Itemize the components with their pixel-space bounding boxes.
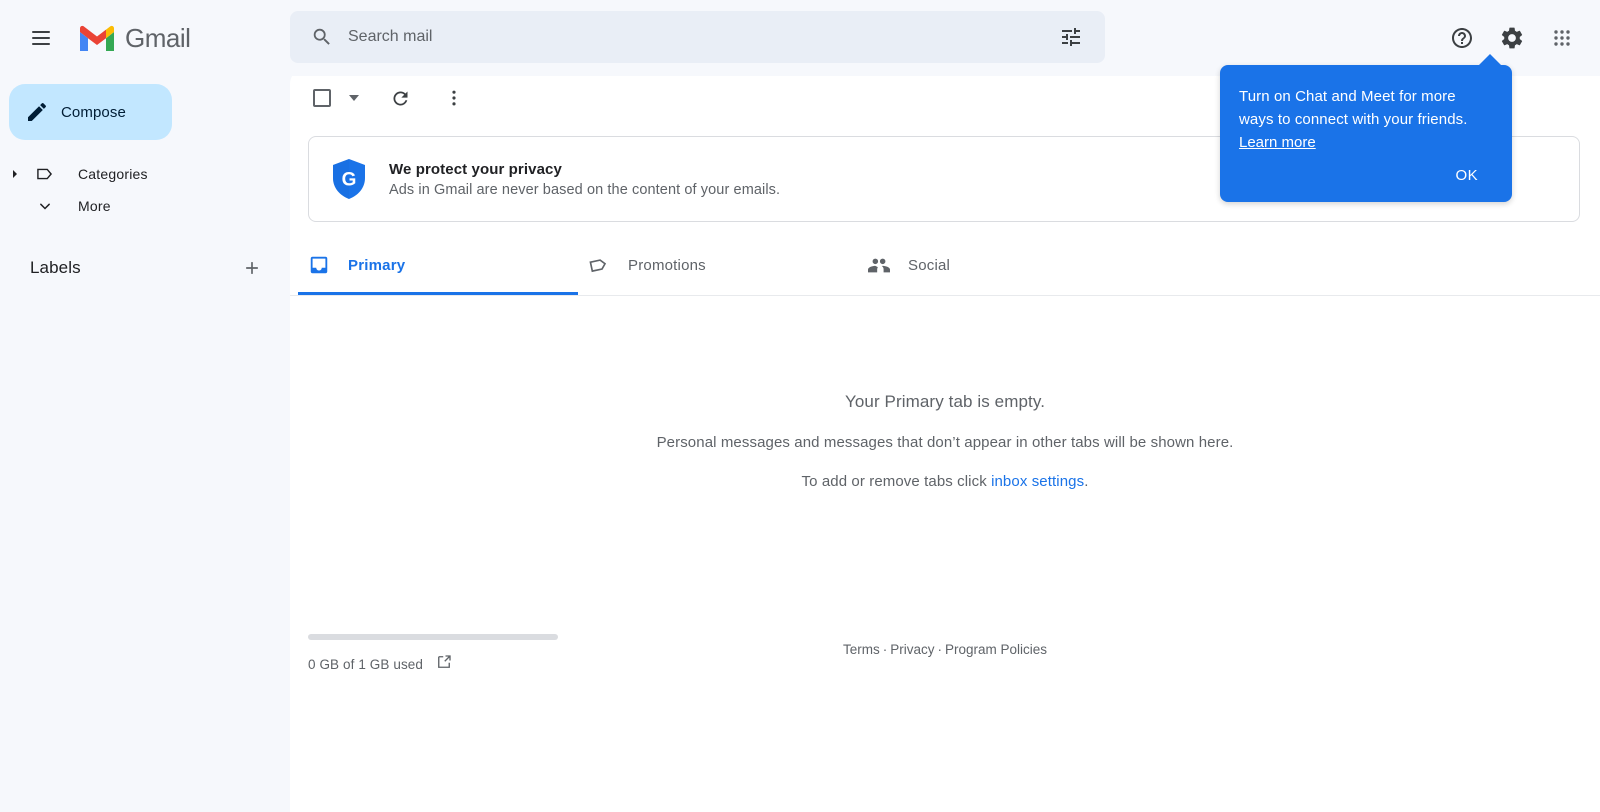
gmail-app: Gmail Search mail Compose Categories Mor… [0,0,1600,812]
tab-primary[interactable]: Primary [298,238,578,295]
tab-promotions[interactable]: Promotions [578,238,858,295]
external-link-icon [438,655,451,668]
select-all-control[interactable] [302,78,366,118]
tooltip-message: Turn on Chat and Meet for more ways to c… [1239,88,1468,128]
select-all-checkbox[interactable] [302,78,342,118]
compose-button[interactable]: Compose [9,84,172,140]
tab-social[interactable]: Social [858,238,1138,295]
empty-state-title: Your Primary tab is empty. [844,392,1046,411]
empty-state-hint-suffix: . [1084,473,1089,490]
search-button[interactable] [302,17,342,57]
tooltip-actions: OK [1239,161,1488,190]
privacy-banner-title: We protect your privacy [389,160,562,178]
refresh-button[interactable] [380,78,420,118]
terms-link[interactable]: Terms [843,642,880,657]
search-bar [290,11,1105,63]
gear-icon [1501,27,1523,49]
checkbox-icon [313,89,331,107]
search-icon [313,28,330,45]
create-label-button[interactable] [236,252,268,284]
storage-manage-button[interactable] [435,653,453,676]
caret-down-icon [349,95,359,101]
storage-usage-text: 0 GB of 1 GB used [308,657,424,672]
tag-icon [589,259,607,273]
tab-label: Social [908,256,951,274]
sidebar-nav: Categories More [0,158,290,222]
sidebar-item-categories[interactable]: Categories [0,158,290,190]
pencil-icon [28,102,47,121]
search-box[interactable] [290,11,1105,63]
program-policies-link[interactable]: Program Policies [945,642,1047,657]
empty-state: Your Primary tab is empty. Personal mess… [290,392,1600,490]
caret-right-icon [0,169,30,179]
privacy-banner-text: We protect your privacy Ads in Gmail are… [389,161,780,198]
google-apps-button[interactable] [1538,14,1586,62]
top-right-actions [1438,14,1586,62]
sidebar: Compose Categories More Labels [0,76,290,812]
privacy-link[interactable]: Privacy [890,642,934,657]
empty-state-hint-prefix: To add or remove tabs click [801,473,992,490]
tune-filter-icon [1062,28,1080,46]
labels-section-header: Labels [0,252,290,284]
empty-state-description: Personal messages and messages that don’… [656,434,1234,451]
help-icon [1452,28,1472,48]
hamburger-icon [32,31,50,45]
more-vertical-icon [452,90,456,106]
plus-icon [246,262,258,274]
storage-usage: 0 GB of 1 GB used [308,634,558,676]
tab-label: Primary [348,256,406,274]
brand-name: Gmail [125,22,191,53]
footer-separator: · [882,642,888,657]
sidebar-item-more[interactable]: More [0,190,290,222]
search-input[interactable] [348,28,1051,46]
svg-text:G: G [342,170,357,191]
chevron-down-icon [30,196,60,216]
tag-icon [30,164,60,184]
tab-label: Promotions [628,256,706,274]
inbox-settings-link[interactable]: inbox settings [991,473,1084,490]
main-menu-button[interactable] [17,14,65,62]
more-options-button[interactable] [434,78,474,118]
storage-info-row: 0 GB of 1 GB used [308,653,558,676]
tooltip-ok-button[interactable]: OK [1446,161,1488,190]
apps-grid-icon [1554,30,1570,46]
search-options-button[interactable] [1051,17,1091,57]
gmail-logo[interactable]: Gmail [77,22,191,54]
shield-g-icon: G [333,159,365,199]
refresh-icon [392,90,407,105]
chat-meet-tooltip: Turn on Chat and Meet for more ways to c… [1220,54,1512,202]
inbox-tabs: Primary Promotions Social [290,238,1600,296]
mail-footer: Terms · Privacy · Program Policies 0 GB of 1… [290,634,1600,812]
empty-state-tabs-hint: To add or remove tabs click inbox settin… [290,473,1600,490]
tooltip-learn-more-link[interactable]: Learn more [1239,134,1316,151]
inbox-icon [310,256,328,274]
footer-separator: · [937,642,942,657]
gmail-logo-icon [80,25,114,51]
compose-label: Compose [61,103,126,121]
people-icon [868,258,890,273]
select-all-dropdown[interactable] [342,78,366,118]
privacy-banner-subtitle: Ads in Gmail are never based on the cont… [389,181,781,198]
sidebar-item-label: More [78,198,111,214]
labels-title: Labels [30,258,81,277]
sidebar-item-label: Categories [78,166,148,182]
storage-progress-bar [308,634,558,640]
